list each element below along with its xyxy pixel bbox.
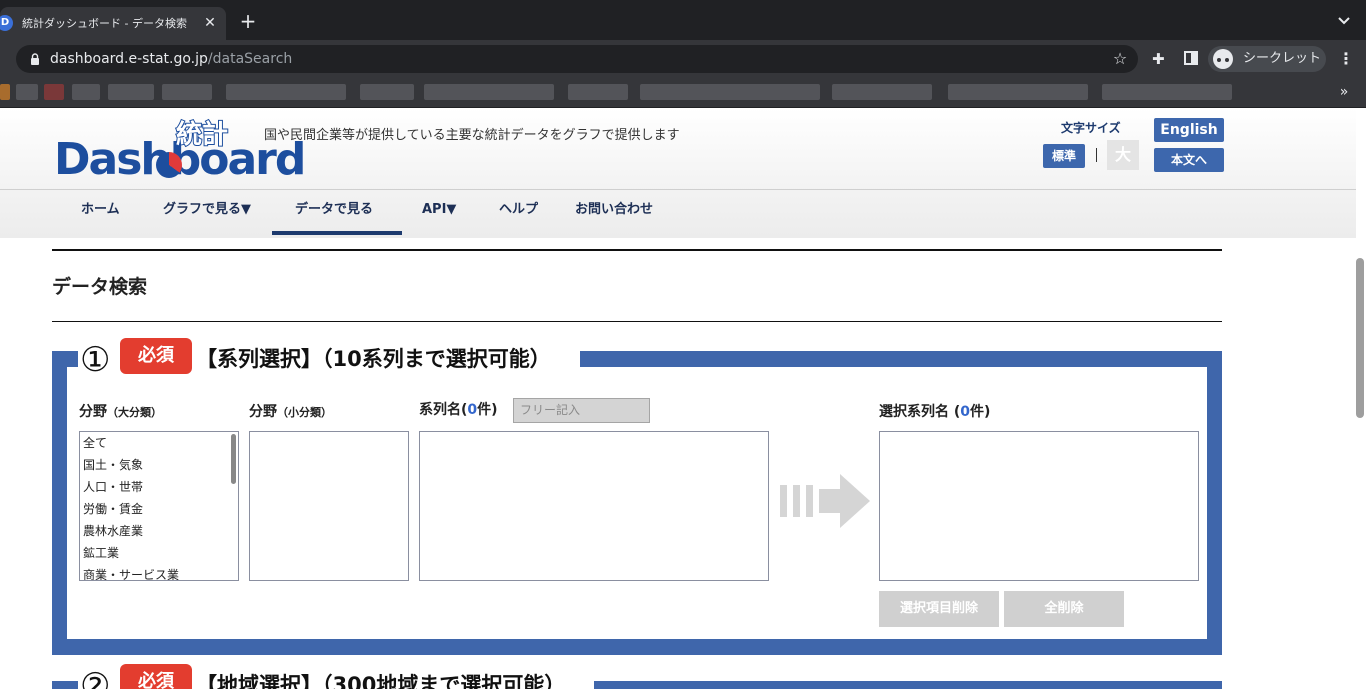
major-category-list[interactable]: 全て 国土・気象 人口・世帯 労働・賃金 農林水産業 鉱工業 商業・サービス業 (79, 431, 239, 581)
section-number: ② (80, 666, 111, 689)
font-size-separator (1096, 146, 1098, 164)
list-item[interactable]: 鉱工業 (80, 542, 238, 564)
minor-category-sub: （小分類） (277, 406, 332, 419)
tab-title: 統計ダッシュボード - データ検索 (22, 17, 187, 30)
url-host: dashboard.e-stat.go.jp (50, 51, 208, 67)
region-section-heading: ② 必須 【地域選択】（300地域まで選択可能） (78, 664, 594, 689)
required-badge: 必須 (120, 664, 192, 689)
browser-toolbar: dashboard.e-stat.go.jp/dataSearch ☆ ✚ シー… (0, 40, 1366, 78)
title-rule-top (52, 249, 1222, 251)
list-item[interactable]: 農林水産業 (80, 520, 238, 542)
site-header: Dashboard 統計 国や民間企業等が提供している主要な統計データをグラフで… (0, 108, 1356, 238)
required-badge: 必須 (120, 338, 192, 374)
side-panel-icon[interactable] (1184, 51, 1198, 65)
list-item[interactable]: 人口・世帯 (80, 476, 238, 498)
bookmark-item[interactable] (948, 84, 1088, 100)
nav-item-graph[interactable]: グラフで見る▼ (163, 200, 251, 220)
list-item[interactable]: 商業・サービス業 (80, 564, 238, 580)
series-name-prefix: 系列名( (419, 402, 468, 418)
list-item[interactable]: 全て (80, 432, 238, 454)
nav-item-home[interactable]: ホーム (81, 200, 120, 220)
minor-category-list[interactable] (249, 431, 409, 581)
minor-category-text: 分野 (249, 404, 277, 420)
bookmarks-bar: » (0, 78, 1366, 108)
browser-tab-strip: D 統計ダッシュボード - データ検索 ✕ + (0, 0, 1366, 40)
kebab-menu-icon[interactable]: ⋮ (1338, 50, 1354, 68)
selected-series-suffix: 件) (970, 404, 991, 420)
site-logo[interactable]: Dashboard 統計 (54, 119, 306, 184)
main-nav: ホーム グラフで見る▼ データで見る API▼ ヘルプ お問い合わせ (0, 190, 1356, 238)
series-count: 0 (467, 402, 478, 418)
incognito-icon (1213, 49, 1233, 69)
chevron-down-icon[interactable] (1334, 12, 1354, 30)
list-item[interactable]: 国土・気象 (80, 454, 238, 476)
nav-item-data[interactable]: データで見る (295, 200, 373, 220)
extension-icon[interactable]: ✚ (1152, 50, 1168, 68)
skip-to-content-button[interactable]: 本文へ (1154, 148, 1224, 172)
bookmark-item[interactable] (44, 84, 64, 100)
incognito-indicator[interactable]: シークレット (1208, 46, 1326, 72)
series-name-label: 系列名(0件) (419, 400, 498, 420)
list-scrollbar[interactable] (231, 434, 236, 484)
star-icon[interactable]: ☆ (1111, 50, 1129, 68)
english-button[interactable]: English (1154, 118, 1224, 142)
bookmark-item[interactable] (226, 84, 346, 100)
font-size-large-button[interactable]: 大 (1107, 140, 1139, 170)
url-path: /dataSearch (207, 51, 293, 67)
major-category-text: 分野 (79, 404, 107, 420)
series-section-heading: ① 必須 【系列選択】（10系列まで選択可能） (78, 338, 580, 382)
nav-active-indicator (272, 231, 402, 235)
delete-all-button[interactable]: 全削除 (1004, 591, 1124, 627)
bookmark-item[interactable] (16, 84, 38, 100)
selected-series-prefix: 選択系列名 ( (879, 404, 961, 420)
delete-selected-button[interactable]: 選択項目削除 (879, 591, 999, 627)
bookmark-item[interactable] (424, 84, 554, 100)
bookmark-item[interactable] (162, 84, 212, 100)
lock-icon (31, 53, 39, 65)
bookmark-item[interactable] (108, 84, 154, 100)
bookmark-item[interactable] (360, 84, 414, 100)
address-bar[interactable]: dashboard.e-stat.go.jp/dataSearch ☆ (16, 45, 1138, 73)
series-name-suffix: 件) (477, 402, 498, 418)
add-arrow-icon[interactable] (780, 474, 872, 528)
bookmark-item[interactable] (832, 84, 932, 100)
selected-series-label: 選択系列名 (0件) (879, 402, 990, 422)
bookmarks-overflow-icon[interactable]: » (1336, 82, 1352, 102)
bookmark-item[interactable] (1102, 84, 1232, 100)
bookmark-item[interactable] (640, 84, 820, 100)
list-item[interactable]: 労働・賃金 (80, 498, 238, 520)
nav-item-api[interactable]: API▼ (422, 200, 456, 220)
nav-item-contact[interactable]: お問い合わせ (575, 200, 653, 220)
nav-item-help[interactable]: ヘルプ (499, 200, 538, 220)
page-scrollbar[interactable] (1356, 258, 1364, 418)
site-tagline: 国や民間企業等が提供している主要な統計データをグラフで提供します (264, 128, 680, 143)
title-rule-bottom (52, 321, 1222, 322)
section-title: 【系列選択】（10系列まで選択可能） (196, 347, 551, 371)
font-size-label: 文字サイズ (1061, 121, 1121, 135)
selected-series-count: 0 (960, 404, 971, 420)
font-size-standard-button[interactable]: 標準 (1043, 144, 1085, 168)
logo-kanji: 統計 (175, 119, 229, 151)
major-category-label: 分野（大分類） (79, 402, 162, 423)
section-number: ① (80, 340, 111, 380)
major-category-sub: （大分類） (107, 406, 162, 419)
favicon-icon: D (0, 15, 13, 31)
bookmark-item[interactable] (0, 84, 10, 100)
browser-tab[interactable]: D 統計ダッシュボード - データ検索 ✕ (0, 7, 226, 40)
url-text: dashboard.e-stat.go.jp/dataSearch (50, 50, 292, 68)
close-icon[interactable]: ✕ (203, 14, 217, 32)
bookmark-item[interactable] (568, 84, 628, 100)
section-title: 【地域選択】（300地域まで選択可能） (196, 673, 566, 689)
plus-icon[interactable]: + (238, 10, 258, 32)
logo-pie-icon (156, 152, 182, 178)
page-viewport: Dashboard 統計 国や民間企業等が提供している主要な統計データをグラフで… (0, 108, 1366, 689)
series-name-list[interactable] (419, 431, 769, 581)
selected-series-list[interactable] (879, 431, 1199, 581)
minor-category-label: 分野（小分類） (249, 402, 332, 423)
bookmark-item[interactable] (72, 84, 100, 100)
page-title: データ検索 (52, 276, 148, 298)
free-text-input[interactable]: フリー記入 (513, 398, 650, 423)
incognito-label: シークレット (1243, 51, 1322, 66)
